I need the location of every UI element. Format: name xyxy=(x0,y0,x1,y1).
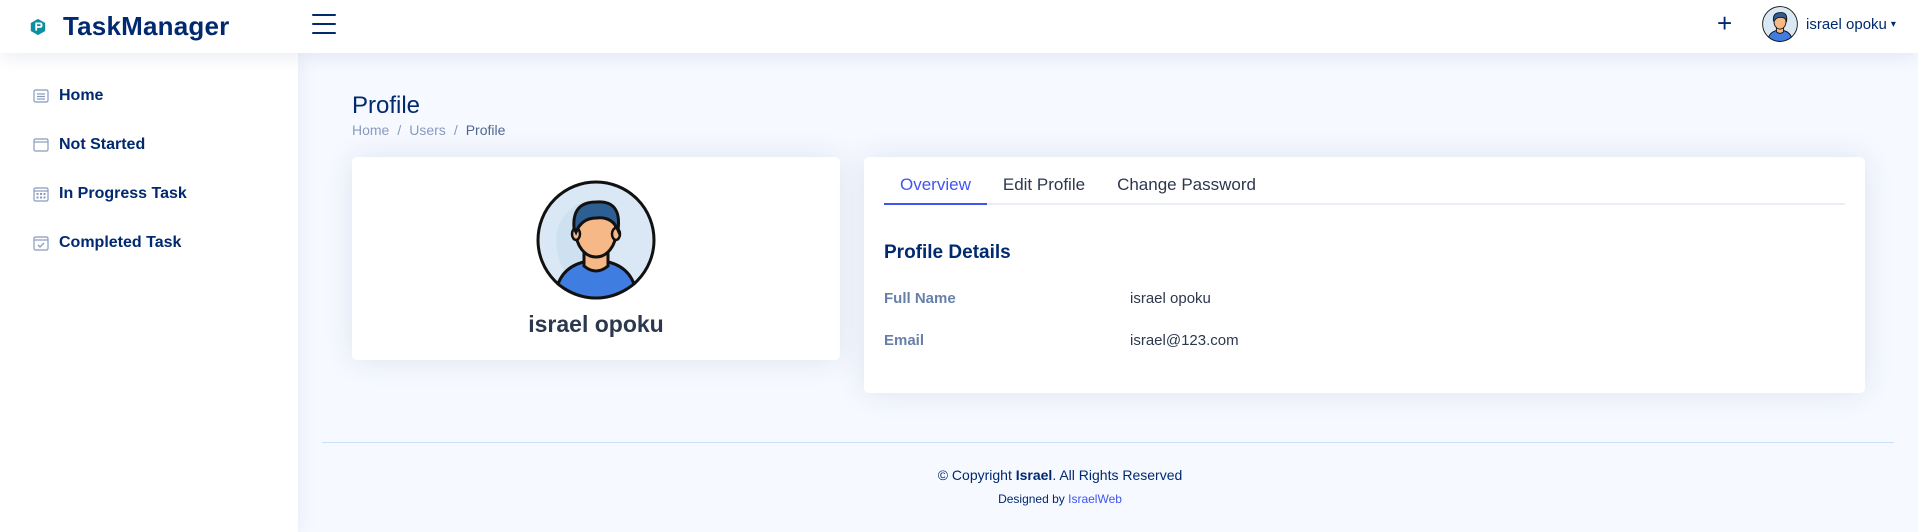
profile-tabs: Overview Edit Profile Change Password xyxy=(884,171,1845,205)
copyright-brand: Israel xyxy=(1015,467,1053,483)
full-name-value: israel opoku xyxy=(1130,290,1211,307)
brand-name: TaskManager xyxy=(63,11,230,41)
avatar-icon xyxy=(536,180,656,300)
logo-icon xyxy=(30,18,46,35)
breadcrumb-separator: / xyxy=(397,122,402,138)
window-icon xyxy=(33,138,49,152)
email-label: Email xyxy=(884,332,925,349)
footer-designed-by: Designed by IsraelWeb xyxy=(0,492,1918,506)
copyright-prefix: © Copyright xyxy=(937,467,1016,483)
sidebar-item-label: Not Started xyxy=(59,136,146,153)
breadcrumb-current: Profile xyxy=(465,122,506,138)
profile-name: israel opoku xyxy=(528,311,664,337)
sidebar: Home Not Started In Progress Task Comple… xyxy=(0,53,298,532)
tab-edit-profile[interactable]: Edit Profile xyxy=(987,171,1101,205)
chevron-down-icon: ▾ xyxy=(1890,18,1896,30)
profile-card: israel opoku xyxy=(352,157,840,360)
footer-divider xyxy=(322,442,1894,443)
tab-change-password[interactable]: Change Password xyxy=(1101,171,1272,205)
calendar-grid-icon xyxy=(33,187,49,202)
section-title: Profile Details xyxy=(884,242,1011,263)
calendar-check-icon xyxy=(33,236,49,251)
breadcrumb-home[interactable]: Home xyxy=(352,122,389,138)
list-icon xyxy=(33,89,49,103)
designer-link[interactable]: IsraelWeb xyxy=(1068,492,1122,506)
designed-prefix: Designed by xyxy=(998,492,1069,506)
sidebar-item-completed[interactable]: Completed Task xyxy=(33,234,181,252)
tab-overview[interactable]: Overview xyxy=(884,171,987,205)
brand-logo[interactable]: TaskManager xyxy=(29,11,229,42)
sidebar-item-label: Home xyxy=(59,87,104,104)
breadcrumb-users[interactable]: Users xyxy=(409,122,446,138)
sidebar-item-in-progress[interactable]: In Progress Task xyxy=(33,185,187,203)
sidebar-item-home[interactable]: Home xyxy=(33,87,103,105)
copyright-suffix: . All Rights Reserved xyxy=(1052,467,1183,483)
user-name: israel opoku xyxy=(1806,15,1887,33)
sidebar-item-not-started[interactable]: Not Started xyxy=(33,136,145,154)
footer-copyright: © Copyright Israel. All Rights Reserved xyxy=(0,467,1918,483)
user-menu[interactable]: israel opoku ▾ xyxy=(1762,6,1896,42)
profile-details-card: Overview Edit Profile Change Password Pr… xyxy=(864,157,1865,393)
breadcrumb-separator: / xyxy=(453,122,458,138)
full-name-label: Full Name xyxy=(884,290,956,307)
sidebar-item-label: Completed Task xyxy=(59,234,182,251)
breadcrumb: Home / Users / Profile xyxy=(352,122,505,138)
avatar-icon xyxy=(1762,6,1798,42)
hamburger-icon xyxy=(312,14,336,16)
page-title: Profile xyxy=(352,92,421,119)
sidebar-toggle-button[interactable] xyxy=(312,14,336,36)
sidebar-item-label: In Progress Task xyxy=(59,185,187,202)
add-task-button[interactable]: + xyxy=(1717,8,1732,38)
email-value: israel@123.com xyxy=(1130,332,1239,349)
top-header: TaskManager + israel opoku ▾ xyxy=(0,0,1918,53)
